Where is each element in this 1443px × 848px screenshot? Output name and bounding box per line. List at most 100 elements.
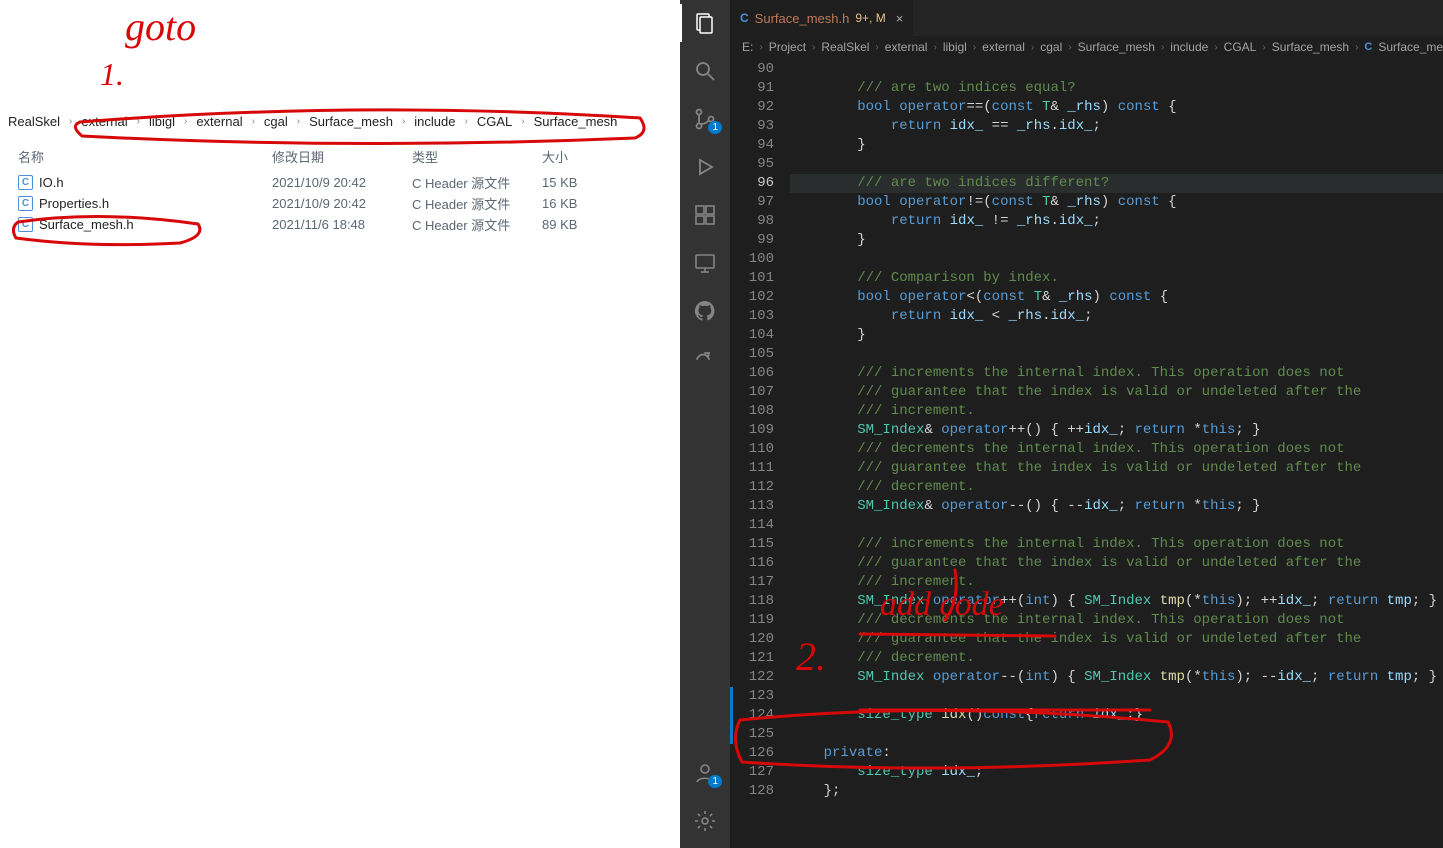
code-line[interactable]: bool operator==(const T& _rhs) const { — [790, 98, 1443, 117]
scm-icon[interactable]: 1 — [692, 106, 718, 132]
code-line[interactable]: size_type idx_; — [790, 763, 1443, 782]
code-line[interactable]: bool operator<(const T& _rhs) const { — [790, 288, 1443, 307]
code-line[interactable]: /// decrement. — [790, 478, 1443, 497]
breadcrumb-item[interactable]: external — [77, 112, 131, 131]
code-line[interactable]: bool operator!=(const T& _rhs) const { — [790, 193, 1443, 212]
breadcrumb-item[interactable]: Project — [769, 40, 806, 54]
code-line[interactable]: /// guarantee that the index is valid or… — [790, 459, 1443, 478]
search-icon[interactable] — [692, 58, 718, 84]
chevron-right-icon: › — [1031, 42, 1034, 53]
github-icon[interactable] — [692, 298, 718, 324]
code-line[interactable]: /// decrements the internal index. This … — [790, 611, 1443, 630]
c-file-icon: C — [18, 175, 33, 190]
breadcrumb-item[interactable]: external — [885, 40, 928, 54]
code-line[interactable]: SM_Index& operator--() { --idx_; return … — [790, 497, 1443, 516]
code-line[interactable] — [790, 155, 1443, 174]
code-line[interactable] — [790, 516, 1443, 535]
chevron-right-icon: › — [184, 116, 187, 127]
line-number: 124 — [730, 706, 774, 725]
code-line[interactable]: /// decrements the internal index. This … — [790, 440, 1443, 459]
chevron-right-icon: › — [812, 42, 815, 53]
code-line[interactable]: /// guarantee that the index is valid or… — [790, 554, 1443, 573]
code-line[interactable]: /// increment. — [790, 573, 1443, 592]
line-number: 127 — [730, 763, 774, 782]
code-line[interactable]: size_type idx()const{return idx_;} — [790, 706, 1443, 725]
code-line[interactable]: /// decrement. — [790, 649, 1443, 668]
file-row[interactable]: CSurface_mesh.h2021/11/6 18:48C Header 源… — [0, 214, 680, 235]
code-content[interactable]: /// are two indices equal? bool operator… — [790, 58, 1443, 848]
code-line[interactable]: return idx_ == _rhs.idx_; — [790, 117, 1443, 136]
code-line[interactable]: } — [790, 326, 1443, 345]
activity-bar: 1 1 — [680, 0, 730, 848]
code-line[interactable] — [790, 687, 1443, 706]
code-line[interactable]: /// Comparison by index. — [790, 269, 1443, 288]
code-line[interactable]: }; — [790, 782, 1443, 801]
code-line[interactable]: return idx_ != _rhs.idx_; — [790, 212, 1443, 231]
code-line[interactable]: SM_Index operator--(int) { SM_Index tmp(… — [790, 668, 1443, 687]
code-line[interactable] — [790, 250, 1443, 269]
breadcrumb-item[interactable]: Surface_mesh — [530, 112, 622, 131]
breadcrumb-item[interactable]: external — [982, 40, 1025, 54]
tab-surface-mesh[interactable]: C Surface_mesh.h 9+, M × — [730, 0, 914, 36]
remote-icon[interactable] — [692, 250, 718, 276]
gear-icon[interactable] — [692, 808, 718, 834]
chevron-right-icon: › — [137, 116, 140, 127]
line-number: 123 — [730, 687, 774, 706]
breadcrumb-item[interactable]: CGAL — [1224, 40, 1257, 54]
chevron-right-icon: › — [465, 116, 468, 127]
code-editor[interactable]: 9091929394959697989910010110210310410510… — [730, 58, 1443, 848]
code-line[interactable] — [790, 725, 1443, 744]
code-line[interactable]: /// are two indices different? — [790, 174, 1443, 193]
editor-breadcrumb[interactable]: E:›Project›RealSkel›external›libigl›exte… — [730, 36, 1443, 58]
code-line[interactable]: SM_Index& operator++() { ++idx_; return … — [790, 421, 1443, 440]
code-line[interactable]: /// increment. — [790, 402, 1443, 421]
breadcrumb-item[interactable]: Surface_mesh — [305, 112, 397, 131]
breadcrumb-item[interactable]: CGAL — [473, 112, 516, 131]
code-line[interactable]: /// guarantee that the index is valid or… — [790, 383, 1443, 402]
code-line[interactable]: private: — [790, 744, 1443, 763]
code-line[interactable]: /// increments the internal index. This … — [790, 364, 1443, 383]
scm-badge: 1 — [708, 121, 722, 134]
line-number: 90 — [730, 60, 774, 79]
col-type[interactable]: 类型 — [412, 147, 542, 166]
column-headers[interactable]: 名称 修改日期 类型 大小 — [0, 141, 680, 172]
share-icon[interactable] — [692, 346, 718, 372]
breadcrumb-item[interactable]: Surface_mesh.h — [1378, 40, 1443, 54]
account-icon[interactable]: 1 — [692, 760, 718, 786]
breadcrumb-item[interactable]: cgal — [1040, 40, 1062, 54]
col-size[interactable]: 大小 — [542, 147, 622, 166]
col-date[interactable]: 修改日期 — [272, 147, 412, 166]
breadcrumb-item[interactable]: libigl — [943, 40, 967, 54]
code-line[interactable] — [790, 60, 1443, 79]
extensions-icon[interactable] — [692, 202, 718, 228]
code-line[interactable]: } — [790, 231, 1443, 250]
col-name[interactable]: 名称 — [4, 147, 272, 166]
file-row[interactable]: CProperties.h2021/10/9 20:42C Header 源文件… — [0, 193, 680, 214]
debug-icon[interactable] — [692, 154, 718, 180]
account-badge: 1 — [708, 775, 722, 788]
tab-filename: Surface_mesh.h — [755, 11, 850, 26]
breadcrumb-item[interactable]: Surface_mesh — [1272, 40, 1349, 54]
breadcrumb-item[interactable]: include — [1170, 40, 1208, 54]
breadcrumb-item[interactable]: include — [410, 112, 459, 131]
breadcrumb-item[interactable]: RealSkel — [4, 112, 64, 131]
file-row[interactable]: CIO.h2021/10/9 20:42C Header 源文件15 KB — [0, 172, 680, 193]
code-line[interactable] — [790, 345, 1443, 364]
code-line[interactable]: } — [790, 136, 1443, 155]
code-line[interactable]: return idx_ < _rhs.idx_; — [790, 307, 1443, 326]
breadcrumb[interactable]: RealSkel›external›libigl›external›cgal›S… — [0, 102, 680, 141]
line-number: 119 — [730, 611, 774, 630]
breadcrumb-item[interactable]: external — [192, 112, 246, 131]
breadcrumb-item[interactable]: E: — [742, 40, 753, 54]
code-line[interactable]: /// are two indices equal? — [790, 79, 1443, 98]
breadcrumb-item[interactable]: RealSkel — [821, 40, 869, 54]
explorer-icon[interactable] — [692, 10, 718, 36]
breadcrumb-item[interactable]: Surface_mesh — [1078, 40, 1155, 54]
code-line[interactable]: /// guarantee that the index is valid or… — [790, 630, 1443, 649]
breadcrumb-item[interactable]: cgal — [260, 112, 292, 131]
code-line[interactable]: SM_Index operator++(int) { SM_Index tmp(… — [790, 592, 1443, 611]
chevron-right-icon: › — [297, 116, 300, 127]
code-line[interactable]: /// increments the internal index. This … — [790, 535, 1443, 554]
breadcrumb-item[interactable]: libigl — [145, 112, 179, 131]
close-icon[interactable]: × — [896, 11, 904, 26]
